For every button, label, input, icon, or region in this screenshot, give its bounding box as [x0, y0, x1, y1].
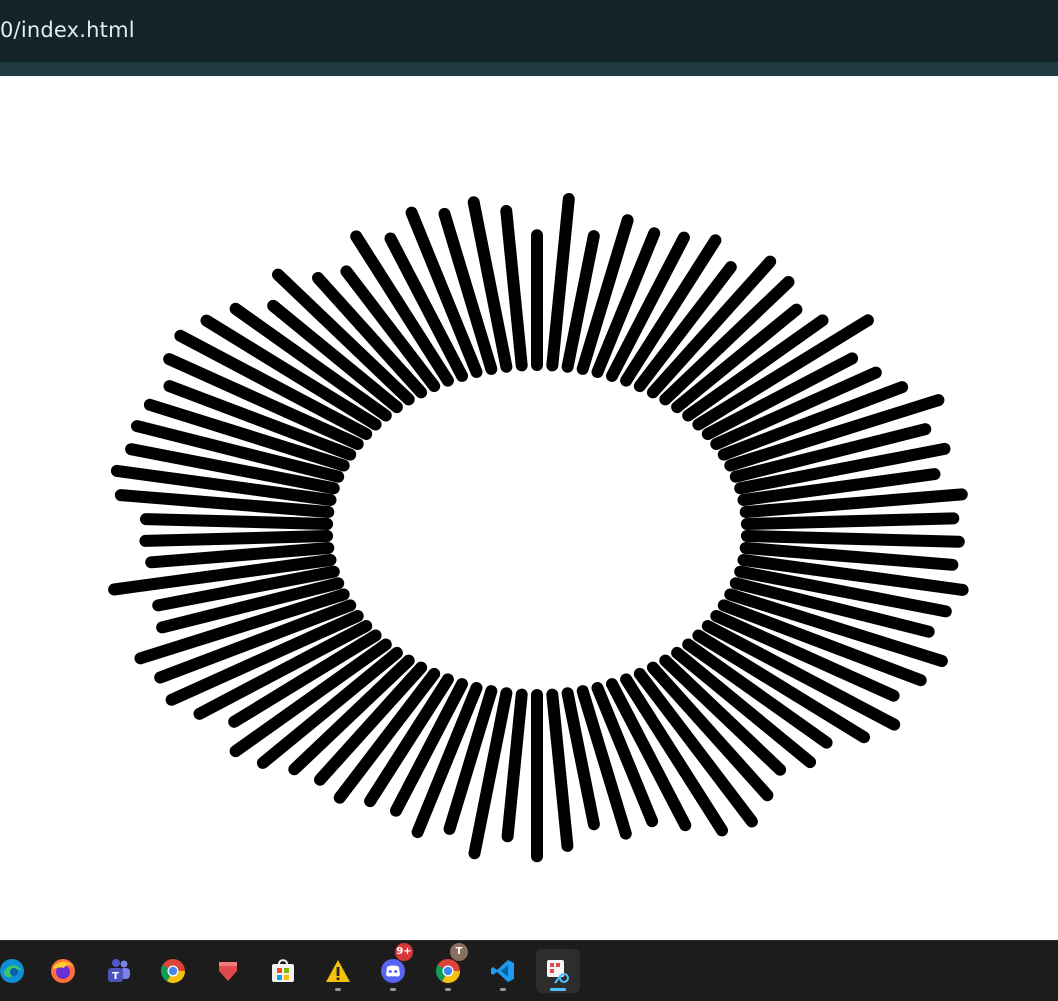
edge-icon [0, 959, 24, 983]
radial-line [140, 513, 334, 530]
radial-line [546, 688, 574, 852]
firefox-icon [51, 959, 75, 983]
active-indicator [550, 988, 566, 991]
taskbar-app-chrome[interactable] [151, 949, 195, 993]
svg-text:T: T [112, 971, 119, 982]
taskbar-app-chrome-profile[interactable]: T [426, 943, 470, 993]
radial-line [500, 205, 528, 372]
snipping-tool-icon [547, 960, 569, 984]
microsoft-store-icon [272, 959, 294, 982]
taskbar-app-teams[interactable]: T [96, 949, 140, 993]
running-indicator [335, 988, 341, 991]
taskbar-app-edge[interactable] [0, 949, 34, 993]
chrome-profile-icon [435, 959, 460, 984]
radial-line [740, 512, 960, 530]
windows-taskbar: T 9+ T [0, 940, 1058, 1001]
warning-app-icon [326, 960, 350, 982]
running-indicator [445, 988, 451, 991]
running-indicator [500, 988, 506, 991]
radial-line [740, 530, 965, 548]
taskbar-app-firefox[interactable] [41, 949, 85, 993]
radial-line [139, 530, 334, 547]
radial-lines-drawing [108, 193, 969, 863]
taskbar-app-discord[interactable]: 9+ [371, 943, 415, 993]
taskbar-app-warning[interactable] [316, 949, 360, 993]
taskbar-app-store[interactable] [261, 949, 305, 993]
url-text[interactable]: 0/index.html [0, 18, 135, 42]
running-indicator [390, 988, 396, 991]
discord-icon [381, 959, 405, 983]
profile-badge: T [450, 943, 468, 961]
radial-line [546, 193, 575, 372]
teams-icon: T [108, 959, 130, 982]
taskbar-app-snipping-tool[interactable] [536, 949, 580, 993]
notification-badge: 9+ [395, 943, 413, 961]
browser-address-bar[interactable]: 0/index.html [0, 0, 1058, 76]
taskbar-app-bookmarks[interactable] [206, 949, 250, 993]
drawing-canvas [0, 76, 1058, 940]
chrome-icon [160, 959, 185, 984]
vscode-icon [491, 960, 514, 982]
bookmark-app-icon [219, 962, 237, 981]
radial-line [501, 688, 528, 843]
taskbar-app-vscode[interactable] [481, 949, 525, 993]
